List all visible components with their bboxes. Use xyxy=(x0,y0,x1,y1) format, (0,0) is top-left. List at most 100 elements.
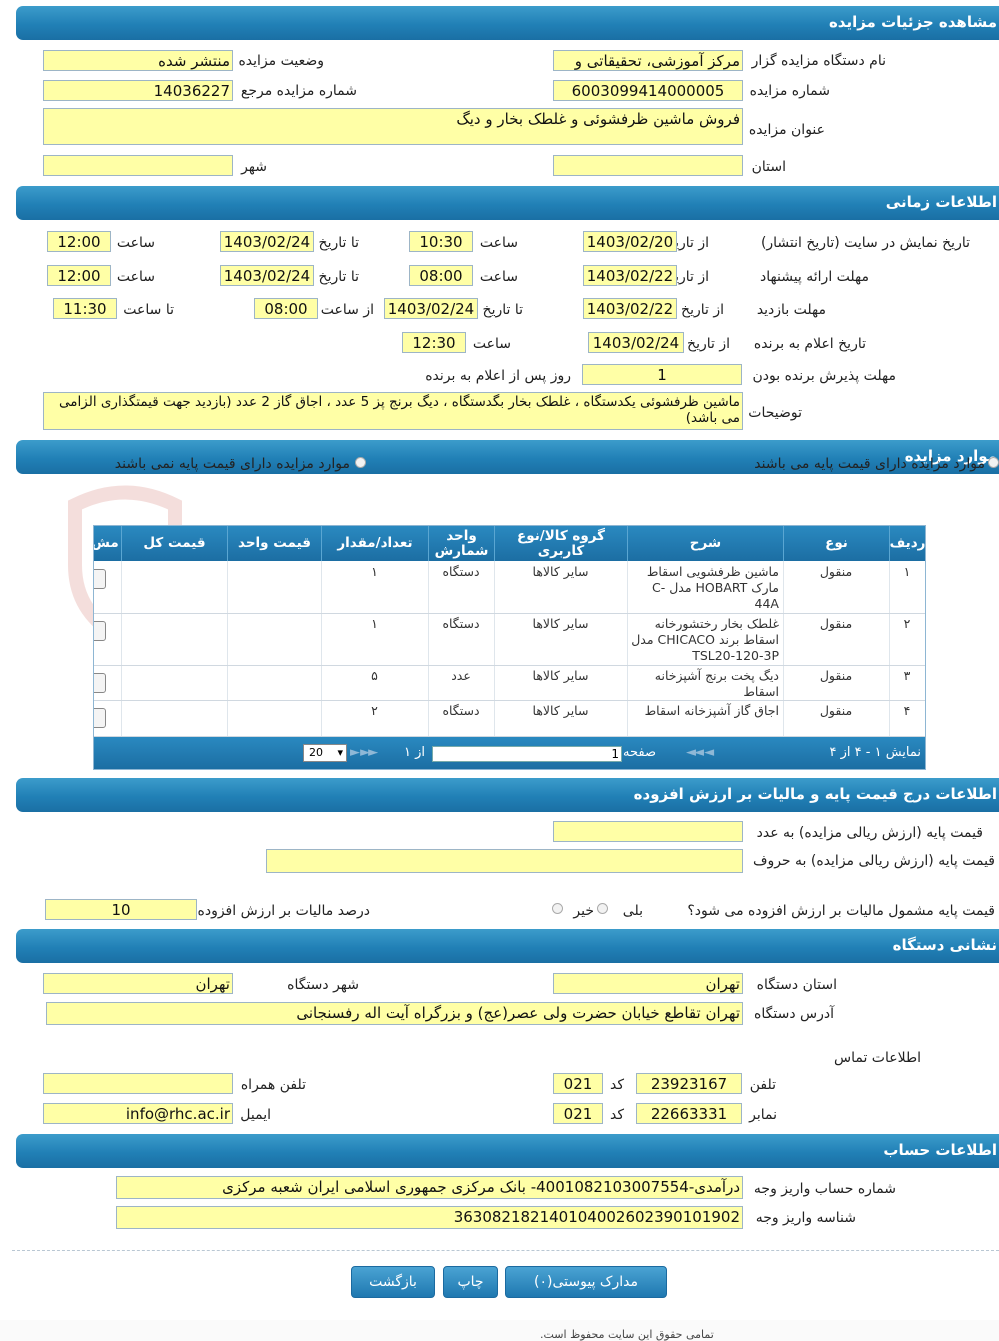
footer-bar xyxy=(0,1320,999,1341)
accept-days-suffix: روز پس از اعلام به برنده xyxy=(425,368,571,384)
cell-group: سایر کالاها xyxy=(532,564,589,579)
org-province-field[interactable]: تهران xyxy=(553,973,743,994)
section-header-details: مشاهده جزئیات مزایده xyxy=(16,6,999,40)
base-price-num-field[interactable] xyxy=(553,821,743,842)
announce-date-field[interactable]: 1403/02/24 xyxy=(588,332,684,353)
fax-code-field[interactable]: 021 xyxy=(553,1103,603,1124)
divider xyxy=(12,1250,999,1251)
announce-time-field[interactable]: 12:30 xyxy=(402,332,466,353)
row-action-button[interactable] xyxy=(94,673,106,693)
offer-from-time[interactable]: 08:00 xyxy=(409,265,473,286)
col-unit[interactable]: واحد شمارش xyxy=(428,526,494,561)
visit-to-label: تا تاریخ xyxy=(482,302,523,318)
visit-to-time[interactable]: 11:30 xyxy=(53,298,117,319)
org-city-field[interactable]: تهران xyxy=(43,973,233,994)
offer-from-time-label: ساعت xyxy=(479,269,518,285)
visit-from-time[interactable]: 08:00 xyxy=(254,298,318,319)
mobile-field[interactable] xyxy=(43,1073,233,1094)
col-extra[interactable]: مش xyxy=(94,526,121,561)
offer-from-date[interactable]: 1403/02/22 xyxy=(583,265,677,286)
ref-number-field[interactable]: 14036227 xyxy=(43,80,233,101)
description-field[interactable]: ماشین ظرفشوئی یکدستگاه ، غلطک بخار بگدست… xyxy=(43,392,743,430)
col-unit-price[interactable]: قیمت واحد xyxy=(227,526,321,561)
announce-from-label: از تاریخ xyxy=(687,336,730,352)
fax-field[interactable]: 22663331 xyxy=(636,1103,742,1124)
phone-field[interactable]: 23923167 xyxy=(636,1073,742,1094)
visit-to-date[interactable]: 1403/02/24 xyxy=(384,298,478,319)
pager-page-label: صفحه xyxy=(623,745,656,760)
display-to-date[interactable]: 1403/02/24 xyxy=(220,231,314,252)
vat-percent-field[interactable]: 10 xyxy=(45,899,197,920)
col-qty[interactable]: تعداد/مقدار xyxy=(321,526,428,561)
section-header-timing: اطلاعات زمانی xyxy=(16,186,999,220)
items-grid: ردیف نوع شرح گروه کالا/نوع کاربری واحد ش… xyxy=(93,525,926,770)
vat-no-radio[interactable] xyxy=(552,903,563,914)
offer-to-label: تا تاریخ xyxy=(318,269,359,285)
display-to-time[interactable]: 12:00 xyxy=(47,231,111,252)
visit-from-date[interactable]: 1403/02/22 xyxy=(583,298,677,319)
offer-to-date[interactable]: 1403/02/24 xyxy=(220,265,314,286)
col-desc[interactable]: شرح xyxy=(627,526,783,561)
pager-size-value: 20 xyxy=(309,746,323,759)
pager-next-last-icon[interactable]: ► ►► xyxy=(350,745,378,760)
status-field[interactable]: منتشر شده xyxy=(43,50,233,71)
back-button[interactable]: بازگشت xyxy=(351,1266,435,1298)
payment-id-field[interactable]: 363082182140104002602390101902 xyxy=(116,1206,743,1229)
fax-code-label: کد xyxy=(609,1107,624,1123)
number-field[interactable]: 6003099414000005 xyxy=(553,80,743,101)
vat-yes-radio[interactable] xyxy=(597,903,608,914)
row-action-button[interactable] xyxy=(94,569,106,589)
section-header-base-price: اطلاعات درج قیمت پایه و مالیات بر ارزش ا… xyxy=(16,778,999,812)
row-action-button[interactable] xyxy=(94,708,106,728)
title-field[interactable]: فروش ماشین ظرفشوئی و غلطک بخار و دیگ xyxy=(43,108,743,145)
cell-qty: ۱ xyxy=(371,564,378,579)
city-field[interactable] xyxy=(43,155,233,176)
col-row[interactable]: ردیف xyxy=(889,526,925,561)
pager-size-select[interactable]: 20 ▾ xyxy=(303,744,347,762)
offer-to-time[interactable]: 12:00 xyxy=(47,265,111,286)
visit-to-time-label: تا ساعت xyxy=(123,302,174,318)
col-total-price[interactable]: قیمت کل xyxy=(121,526,227,561)
cell-qty: ۲ xyxy=(371,703,378,718)
org-city-label: شهر دستگاه xyxy=(287,977,359,993)
table-row[interactable]: ۴ منقول اجاق گاز آشپزخانه اسقاط سایر کال… xyxy=(94,700,925,737)
section-header-account: اطلاعات حساب xyxy=(16,1134,999,1168)
org-address-field[interactable]: تهران تقاطع خیابان حضرت ولی عصر(عج) و بز… xyxy=(46,1002,743,1025)
mobile-label: تلفن همراه xyxy=(240,1077,306,1093)
table-row[interactable]: ۳ منقول دیگ پخت برنج آشپزخانه اسقاط سایر… xyxy=(94,665,925,701)
cell-row: ۱ xyxy=(903,564,911,579)
cell-desc: غلطک بخار رختشورخانه اسقاط برند CHICACO … xyxy=(631,616,779,663)
radio-without-base-price-label: موارد مزایده دارای قیمت پایه نمی باشند xyxy=(114,456,350,472)
display-from-date[interactable]: 1403/02/20 xyxy=(583,231,677,252)
phone-label: تلفن xyxy=(749,1077,776,1093)
table-row[interactable]: ۲ منقول غلطک بخار رختشورخانه اسقاط برند … xyxy=(94,613,925,666)
org-label: نام دستگاه مزایده گزار xyxy=(751,53,886,69)
phone-code-field[interactable]: 021 xyxy=(553,1073,603,1094)
offer-to-time-label: ساعت xyxy=(116,269,155,285)
radio-without-base-price[interactable] xyxy=(355,457,366,468)
cell-qty: ۱ xyxy=(371,616,378,631)
accept-days-field[interactable]: 1 xyxy=(582,364,742,385)
print-button[interactable]: چاپ xyxy=(443,1266,498,1298)
account-number-field[interactable]: درآمدی-4001082103007554- بانک مرکزی جمهو… xyxy=(116,1176,743,1199)
province-field[interactable] xyxy=(553,155,743,176)
status-label: وضعیت مزایده xyxy=(238,53,324,69)
table-row[interactable]: ۱ منقول ماشین ظرفشویی اسقاط مارک HOBART … xyxy=(94,561,925,614)
display-from-time[interactable]: 10:30 xyxy=(409,231,473,252)
radio-with-base-price[interactable] xyxy=(988,457,999,468)
attachments-button[interactable]: مدارک پیوستی(۰) xyxy=(505,1266,667,1298)
base-price-words-label: قیمت پایه (ارزش ریالی مزایده) به حروف xyxy=(752,853,995,869)
pager-page-input[interactable]: 1 xyxy=(432,746,622,762)
email-field[interactable]: info@rhc.ac.ir xyxy=(43,1103,233,1124)
base-price-words-field[interactable] xyxy=(266,849,743,873)
vat-percent-label: درصد مالیات بر ارزش افزوده xyxy=(197,903,371,919)
col-group[interactable]: گروه کالا/نوع کاربری xyxy=(494,526,627,561)
pager-first-prev-icon[interactable]: ◄◄ ◄ xyxy=(686,745,714,760)
row-action-button[interactable] xyxy=(94,621,106,641)
radio-with-base-price-label: موارد مزایده دارای قیمت پایه می باشند xyxy=(754,456,985,472)
cell-desc: دیگ پخت برنج آشپزخانه اسقاط xyxy=(654,668,779,699)
org-field[interactable]: مرکز آموزشی، تحقیقاتی و xyxy=(553,50,743,71)
cell-row: ۲ xyxy=(903,616,911,631)
col-type[interactable]: نوع xyxy=(783,526,889,561)
cell-type: منقول xyxy=(819,668,853,683)
